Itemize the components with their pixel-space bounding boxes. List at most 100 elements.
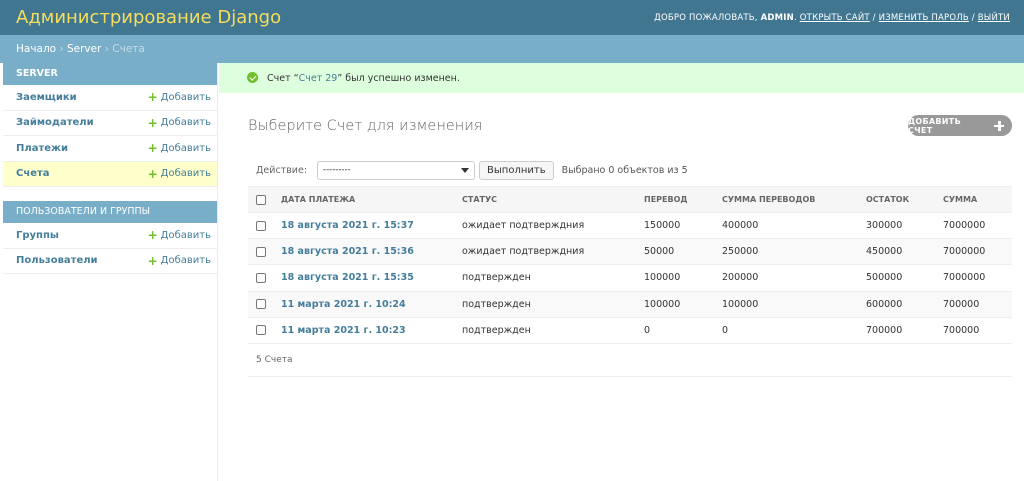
add-link[interactable]: + Добавить bbox=[147, 166, 211, 181]
column-header-sum[interactable]: Сумма bbox=[943, 187, 1012, 213]
sidebar-item-payments: Платежи + Добавить bbox=[3, 136, 217, 162]
action-selected-value: --------- bbox=[323, 165, 351, 175]
plus-icon: + bbox=[147, 166, 158, 181]
add-link[interactable]: + Добавить bbox=[147, 228, 211, 243]
success-check-icon bbox=[247, 72, 258, 83]
row-date-link[interactable]: 18 августа 2021 г. 15:37 bbox=[281, 220, 414, 231]
add-account-button[interactable]: Добавить Счет bbox=[908, 115, 1012, 136]
cell-balance: 450000 bbox=[866, 246, 903, 258]
cell-transfers-total: 250000 bbox=[722, 246, 759, 258]
row-checkbox[interactable] bbox=[256, 325, 266, 336]
cell-balance: 700000 bbox=[866, 324, 903, 336]
add-link[interactable]: + Добавить bbox=[148, 255, 211, 267]
plus-icon: + bbox=[147, 115, 158, 130]
cell-transfer: 100000 bbox=[644, 298, 681, 310]
module-caption[interactable]: Server bbox=[3, 63, 217, 85]
cell-transfer: 150000 bbox=[644, 220, 681, 232]
chevron-down-icon bbox=[461, 167, 470, 173]
cell-sum: 700000 bbox=[943, 324, 980, 336]
success-message: Счет “Счет 29” был успешно изменен. bbox=[219, 63, 1024, 93]
add-link[interactable]: + Добавить bbox=[148, 142, 211, 154]
select-all-checkbox[interactable] bbox=[256, 194, 266, 205]
column-header-transfer[interactable]: Перевод bbox=[644, 187, 722, 213]
cell-balance: 500000 bbox=[866, 272, 903, 284]
action-label: Действие: bbox=[256, 164, 308, 176]
cell-sum: 700000 bbox=[943, 298, 980, 310]
plus-icon bbox=[993, 120, 1005, 132]
module-caption[interactable]: Пользователи и группы bbox=[3, 201, 217, 223]
model-link[interactable]: Займодатели bbox=[16, 117, 94, 128]
row-checkbox[interactable] bbox=[256, 220, 266, 231]
row-date-link[interactable]: 11 марта 2021 г. 10:24 bbox=[281, 299, 406, 310]
add-account-label: Добавить Счет bbox=[908, 116, 961, 135]
column-header-date[interactable]: Дата платежа bbox=[273, 187, 462, 213]
model-link[interactable]: Счета bbox=[16, 168, 50, 179]
model-link[interactable]: Платежи bbox=[16, 143, 68, 154]
table-row: 18 августа 2021 г. 15:36 ожидает подтверж… bbox=[248, 238, 1012, 265]
row-select-cell bbox=[248, 265, 273, 291]
row-date-link[interactable]: 18 августа 2021 г. 15:35 bbox=[281, 272, 414, 283]
add-label: Добавить bbox=[160, 255, 211, 267]
username: admin bbox=[760, 12, 794, 23]
row-date-link[interactable]: 11 марта 2021 г. 10:23 bbox=[281, 325, 406, 336]
model-link[interactable]: Заемщики bbox=[16, 92, 77, 103]
add-label: Добавить bbox=[160, 117, 211, 129]
sidebar-item-borrowers: Заемщики + Добавить bbox=[3, 85, 217, 111]
cell-transfers-total: 100000 bbox=[722, 298, 759, 310]
row-date-link[interactable]: 18 августа 2021 г. 15:36 bbox=[281, 246, 414, 257]
page-title: Выберите Счет для изменения bbox=[248, 118, 483, 134]
cell-status: подтвержден bbox=[462, 298, 531, 310]
view-site-link[interactable]: Открыть сайт bbox=[800, 13, 870, 23]
model-link[interactable]: Пользователи bbox=[16, 255, 98, 266]
row-select-cell bbox=[248, 291, 273, 317]
add-link[interactable]: + Добавить bbox=[147, 90, 211, 105]
message-text: Счет “Счет 29” был успешно изменен. bbox=[267, 73, 460, 84]
table-row: 18 августа 2021 г. 15:37 ожидает подтверж… bbox=[248, 213, 1012, 239]
cell-transfers-total: 400000 bbox=[722, 220, 759, 232]
table-row: 11 марта 2021 г. 10:23 подтвержден 0 0 70000… bbox=[248, 317, 1012, 344]
column-header-balance[interactable]: Остаток bbox=[866, 187, 943, 213]
header: Администрирование Django Добро пожаловат… bbox=[0, 0, 1024, 35]
user-tools: Добро пожаловать, admin. Открыть сайт / … bbox=[654, 12, 1010, 23]
cell-transfer: 50000 bbox=[644, 246, 675, 258]
breadcrumb: Начало › Server › Счета bbox=[0, 35, 1024, 63]
message-after: ” был успешно изменен. bbox=[337, 72, 460, 84]
breadcrumb-home[interactable]: Начало bbox=[16, 43, 56, 55]
actions-bar: Действие: --------- Выполнить Выбрано 0 … bbox=[248, 158, 1012, 182]
sidebar-item-lenders: Займодатели + Добавить bbox=[3, 111, 217, 136]
plus-icon: + bbox=[147, 90, 158, 105]
table-header-row: Дата платежа Статус Перевод Сумма перево… bbox=[248, 186, 1012, 213]
breadcrumb-app[interactable]: Server bbox=[67, 43, 101, 55]
cell-sum: 7000000 bbox=[943, 220, 986, 232]
cell-sum: 7000000 bbox=[943, 246, 986, 258]
model-link[interactable]: Группы bbox=[16, 230, 59, 241]
cell-date: 11 марта 2021 г. 10:24 bbox=[273, 291, 462, 317]
row-checkbox[interactable] bbox=[256, 272, 266, 283]
cell-sum: 7000000 bbox=[943, 272, 986, 284]
table-row: 18 августа 2021 г. 15:35 подтвержден 10000… bbox=[248, 265, 1012, 292]
sidebar-item-groups: Группы + Добавить bbox=[3, 223, 217, 249]
row-checkbox[interactable] bbox=[256, 299, 266, 310]
table-row: 11 марта 2021 г. 10:24 подтвержден 100000 1… bbox=[248, 291, 1012, 318]
column-header-transfers-total[interactable]: Сумма переводов bbox=[722, 187, 866, 213]
row-select-cell bbox=[248, 213, 273, 239]
cell-transfer: 100000 bbox=[644, 272, 681, 284]
cell-transfers-total: 0 bbox=[722, 324, 729, 336]
plus-icon: + bbox=[147, 228, 158, 243]
action-select[interactable]: --------- bbox=[317, 160, 476, 180]
select-all-header bbox=[248, 187, 273, 213]
column-header-status[interactable]: Статус bbox=[462, 187, 644, 213]
message-object-link[interactable]: Счет 29 bbox=[299, 73, 338, 84]
cell-date: 18 августа 2021 г. 15:37 bbox=[273, 213, 462, 239]
run-action-button[interactable]: Выполнить bbox=[479, 160, 554, 180]
module-auth: Пользователи и группы Группы + Добавить П… bbox=[3, 201, 217, 274]
change-password-link[interactable]: Изменить пароль bbox=[879, 13, 969, 23]
add-link[interactable]: + Добавить bbox=[147, 115, 211, 130]
paginator: 5 Счета bbox=[248, 344, 1012, 377]
module-server: Server Заемщики + Добавить Займодатели + Д… bbox=[3, 63, 217, 187]
row-checkbox[interactable] bbox=[256, 246, 266, 257]
message-before: Счет “ bbox=[267, 72, 299, 84]
cell-transfers-total: 200000 bbox=[722, 272, 759, 284]
logout-link[interactable]: Выйти bbox=[978, 13, 1010, 23]
site-branding[interactable]: Администрирование Django bbox=[16, 7, 281, 28]
